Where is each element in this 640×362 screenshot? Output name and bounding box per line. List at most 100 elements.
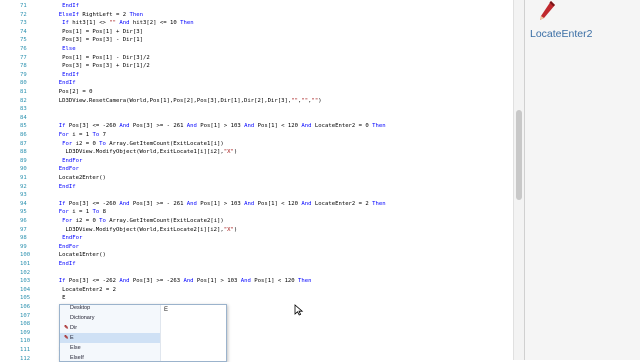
code-line[interactable]: 100 Locate1Enter() bbox=[0, 251, 524, 259]
code-line[interactable]: 77 Pos[1] = Pos[1] - Dir[3]/2 bbox=[0, 54, 524, 62]
code-token: Then bbox=[176, 20, 194, 27]
code-line[interactable]: 84 bbox=[0, 114, 524, 122]
line-number: 80 bbox=[20, 80, 27, 87]
autocomplete-item-label: ElseIf bbox=[70, 355, 84, 361]
code-line[interactable]: 102 bbox=[0, 269, 524, 277]
code-line[interactable]: 75 Pos[3] = Pos[3] - Dir[1] bbox=[0, 36, 524, 44]
code-token: And bbox=[116, 200, 130, 207]
line-number: 107 bbox=[20, 312, 31, 319]
line-number: 104 bbox=[20, 286, 31, 293]
code-token: Pos[ bbox=[65, 278, 83, 285]
autocomplete-item[interactable]: Desktop bbox=[64, 305, 90, 313]
vertical-scrollbar[interactable] bbox=[513, 0, 524, 360]
code-line[interactable]: 97 LD3DView.ModifyObject(World,ExitLocat… bbox=[0, 226, 524, 234]
code-line[interactable]: 83 bbox=[0, 105, 524, 113]
line-number: 88 bbox=[20, 149, 27, 156]
scrollbar-thumb[interactable] bbox=[516, 110, 522, 200]
code-line[interactable]: 98 EndFor bbox=[0, 234, 524, 242]
code-token: If bbox=[58, 123, 66, 130]
line-number: 75 bbox=[20, 37, 27, 44]
autocomplete-item[interactable]: Dictionary bbox=[64, 313, 94, 323]
code-token: 261 bbox=[173, 200, 184, 207]
code-token: EndFor bbox=[62, 157, 83, 164]
code-line[interactable]: 104 LocateEnter2 = 2 bbox=[0, 286, 524, 294]
line-number: 89 bbox=[20, 157, 27, 164]
code-line[interactable]: 105 E bbox=[0, 294, 524, 302]
code-token: ] + Dir[ bbox=[109, 28, 137, 35]
code-token: i = bbox=[68, 209, 86, 216]
code-token: i2 = bbox=[72, 218, 93, 224]
code-text: EndFor bbox=[52, 243, 79, 251]
code-line[interactable]: 89 EndFor bbox=[0, 157, 524, 165]
code-token: LD3DView.ResetCamera(World,Pos[ bbox=[52, 97, 164, 104]
code-line[interactable]: 81 Pos[2] = 0 bbox=[0, 88, 524, 96]
code-line[interactable]: 96 For i2 = 0 To Array.GetItemCount(Exit… bbox=[0, 217, 524, 225]
code-line[interactable]: 94 If Pos[3] <= -260 And Pos[3] >= - 261… bbox=[0, 200, 524, 208]
code-line[interactable]: 90 EndFor bbox=[0, 165, 524, 173]
code-token: ] = Pos[ bbox=[78, 28, 106, 35]
code-token: LocateEnter2 = bbox=[52, 286, 113, 293]
code-token: ] <= bbox=[85, 200, 103, 207]
autocomplete-item[interactable]: ElseIf bbox=[64, 353, 84, 361]
code-token: And bbox=[183, 200, 197, 207]
code-token: Pos[ bbox=[129, 278, 147, 285]
code-line[interactable]: 92 EndIf bbox=[0, 183, 524, 191]
autocomplete-item[interactable]: ✎E bbox=[60, 333, 160, 343]
line-number: 85 bbox=[20, 123, 27, 130]
code-text: Locate2Enter() bbox=[52, 174, 106, 182]
code-line[interactable]: 86 For i = 1 To 7 bbox=[0, 131, 524, 139]
code-line[interactable]: 87 For i2 = 0 To Array.GetItemCount(Exit… bbox=[0, 140, 524, 148]
code-line[interactable]: 79 EndIf bbox=[0, 71, 524, 79]
code-token: For bbox=[58, 209, 69, 216]
code-token: 120 bbox=[287, 200, 299, 207]
code-line[interactable]: 103 If Pos[3] <= -262 And Pos[3] >= -263… bbox=[0, 277, 524, 285]
code-text: LocateEnter2 = 2 bbox=[52, 286, 116, 294]
code-line[interactable]: 78 Pos[3] = Pos[3] + Dir[1]/2 bbox=[0, 62, 524, 70]
autocomplete-popup[interactable]: Desktop Dictionary ✎Dir ✎E Else ElseIf E bbox=[59, 304, 227, 362]
autocomplete-item[interactable]: Else bbox=[64, 343, 81, 353]
code-token: ] >= bbox=[149, 278, 167, 285]
code-token: ] = Pos[ bbox=[78, 37, 106, 44]
line-number: 95 bbox=[20, 209, 27, 216]
code-token: -260 bbox=[102, 123, 117, 130]
code-line[interactable]: 74 Pos[1] = Pos[1] + Dir[3] bbox=[0, 28, 524, 36]
code-line[interactable]: 95 For i = 1 To 8 bbox=[0, 208, 524, 216]
code-token: ] < bbox=[271, 278, 285, 285]
code-token: Pos[ bbox=[196, 200, 214, 207]
code-token: ] bbox=[139, 28, 143, 35]
code-text: ElseIf RightLeft = 2 Then bbox=[52, 11, 143, 19]
code-token: LocateEnter2 = bbox=[311, 200, 366, 207]
code-token: LD3DView.ModifyObject(World,ExitLocate1[… bbox=[52, 149, 224, 156]
code-token: ],Dir[ bbox=[237, 97, 258, 104]
line-number: 110 bbox=[20, 338, 31, 345]
line-number: 111 bbox=[20, 347, 31, 353]
code-line[interactable]: 99 EndFor bbox=[0, 243, 524, 251]
code-token: ] + Dir[ bbox=[109, 63, 137, 70]
code-token: "X" bbox=[223, 226, 234, 233]
code-token: i = bbox=[68, 132, 86, 138]
autocomplete-list[interactable]: Desktop Dictionary ✎Dir ✎E Else ElseIf bbox=[60, 305, 161, 361]
autocomplete-item[interactable]: ✎Dir bbox=[64, 323, 77, 333]
code-token: Pos[ bbox=[193, 278, 211, 285]
line-number: 81 bbox=[20, 89, 27, 95]
code-line[interactable]: 73 If hit3[1] <> "" And hit3[2] <= 10 Th… bbox=[0, 19, 524, 27]
code-line[interactable]: 88 LD3DView.ModifyObject(World,ExitLocat… bbox=[0, 148, 524, 156]
code-text: Pos[1] = Pos[1] - Dir[3]/2 bbox=[52, 54, 150, 62]
code-token: ],Dir[ bbox=[260, 97, 282, 104]
code-token: For bbox=[58, 132, 69, 138]
code-line[interactable]: 82 LD3DView.ResetCamera(World,Pos[1],Pos… bbox=[0, 97, 524, 105]
code-line[interactable]: 85 If Pos[3] <= -260 And Pos[3] >= - 261… bbox=[0, 122, 524, 130]
code-line[interactable]: 80 EndIf bbox=[0, 79, 524, 87]
code-line[interactable]: 76 Else bbox=[0, 45, 524, 53]
code-line[interactable]: 93 bbox=[0, 191, 524, 199]
code-line[interactable]: 101 EndIf bbox=[0, 260, 524, 268]
code-line[interactable]: 71 EndIf bbox=[0, 2, 524, 10]
code-line[interactable]: 91 Locate2Enter() bbox=[0, 174, 524, 182]
code-line[interactable]: 72 ElseIf RightLeft = 2 Then bbox=[0, 11, 524, 19]
